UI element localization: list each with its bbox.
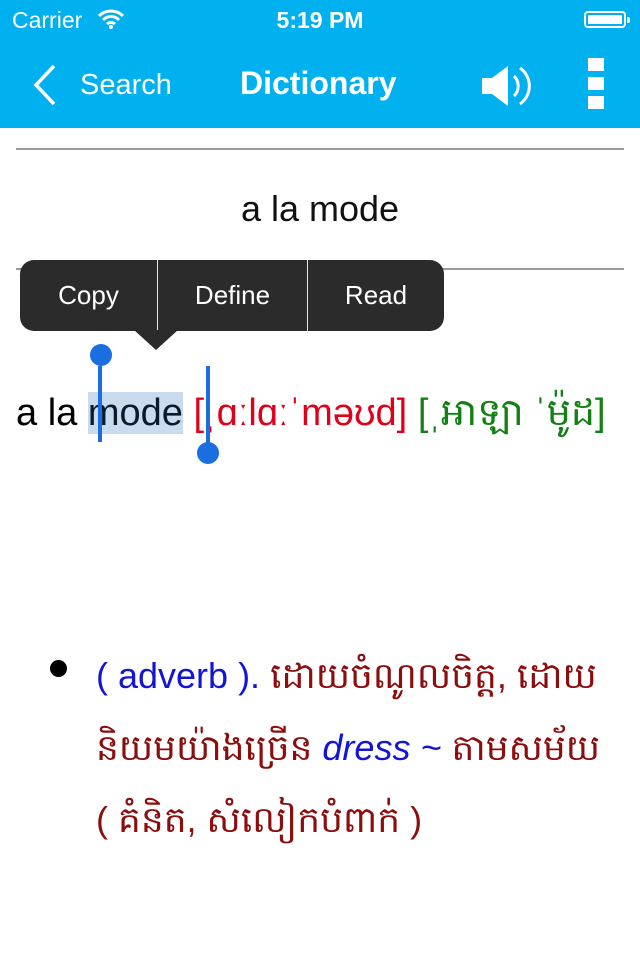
- entry-text[interactable]: a la mode [ˌɑːlɑːˈməʊd] [ˌអាឡា ˈម៉ូដ]: [16, 380, 626, 446]
- clock: 5:19 PM: [276, 7, 364, 33]
- text-context-menu: Copy Define Read: [20, 260, 444, 350]
- top-bar: Carrier 5:19 PM Search Dictionary: [0, 0, 640, 128]
- back-button[interactable]: Search: [30, 60, 172, 110]
- headword-title: a la mode: [240, 188, 400, 229]
- menu-pointer-arrow: [134, 330, 178, 350]
- bullet-icon: [50, 660, 67, 677]
- next-line-partial: [370, 945, 630, 960]
- selection-end-handle[interactable]: [206, 366, 210, 446]
- khmer-pronunciation: [ˌអាឡា ˈម៉ូដ]: [417, 392, 606, 434]
- usage-example: dress ~: [322, 727, 442, 768]
- selection-start-knob[interactable]: [90, 344, 112, 366]
- read-menu-item[interactable]: Read: [308, 260, 444, 331]
- selected-word[interactable]: mode: [87, 392, 183, 434]
- navigation-bar: Search Dictionary: [0, 40, 640, 128]
- battery-full-icon: [584, 11, 630, 28]
- part-of-speech: ( adverb ).: [96, 655, 261, 696]
- define-menu-item[interactable]: Define: [158, 260, 307, 331]
- copy-menu-item[interactable]: Copy: [20, 260, 157, 331]
- chevron-left-icon: [33, 64, 56, 106]
- speaker-icon[interactable]: [480, 62, 532, 110]
- selection-start-handle[interactable]: [98, 366, 102, 442]
- entry-word-prefix[interactable]: a la: [16, 392, 77, 434]
- selection-end-knob[interactable]: [197, 442, 219, 464]
- vertical-menu-icon[interactable]: [588, 58, 604, 110]
- status-bar: Carrier 5:19 PM: [0, 0, 640, 40]
- back-label: Search: [80, 68, 172, 101]
- definition-item: ( adverb ). ដោយចំណូលចិត្ត, ដោយនិយមយ៉ាងច្…: [96, 640, 616, 856]
- page-title: Dictionary: [240, 65, 397, 101]
- divider-top: [16, 148, 624, 150]
- ipa-pronunciation: [ˌɑːlɑːˈməʊd]: [193, 392, 408, 434]
